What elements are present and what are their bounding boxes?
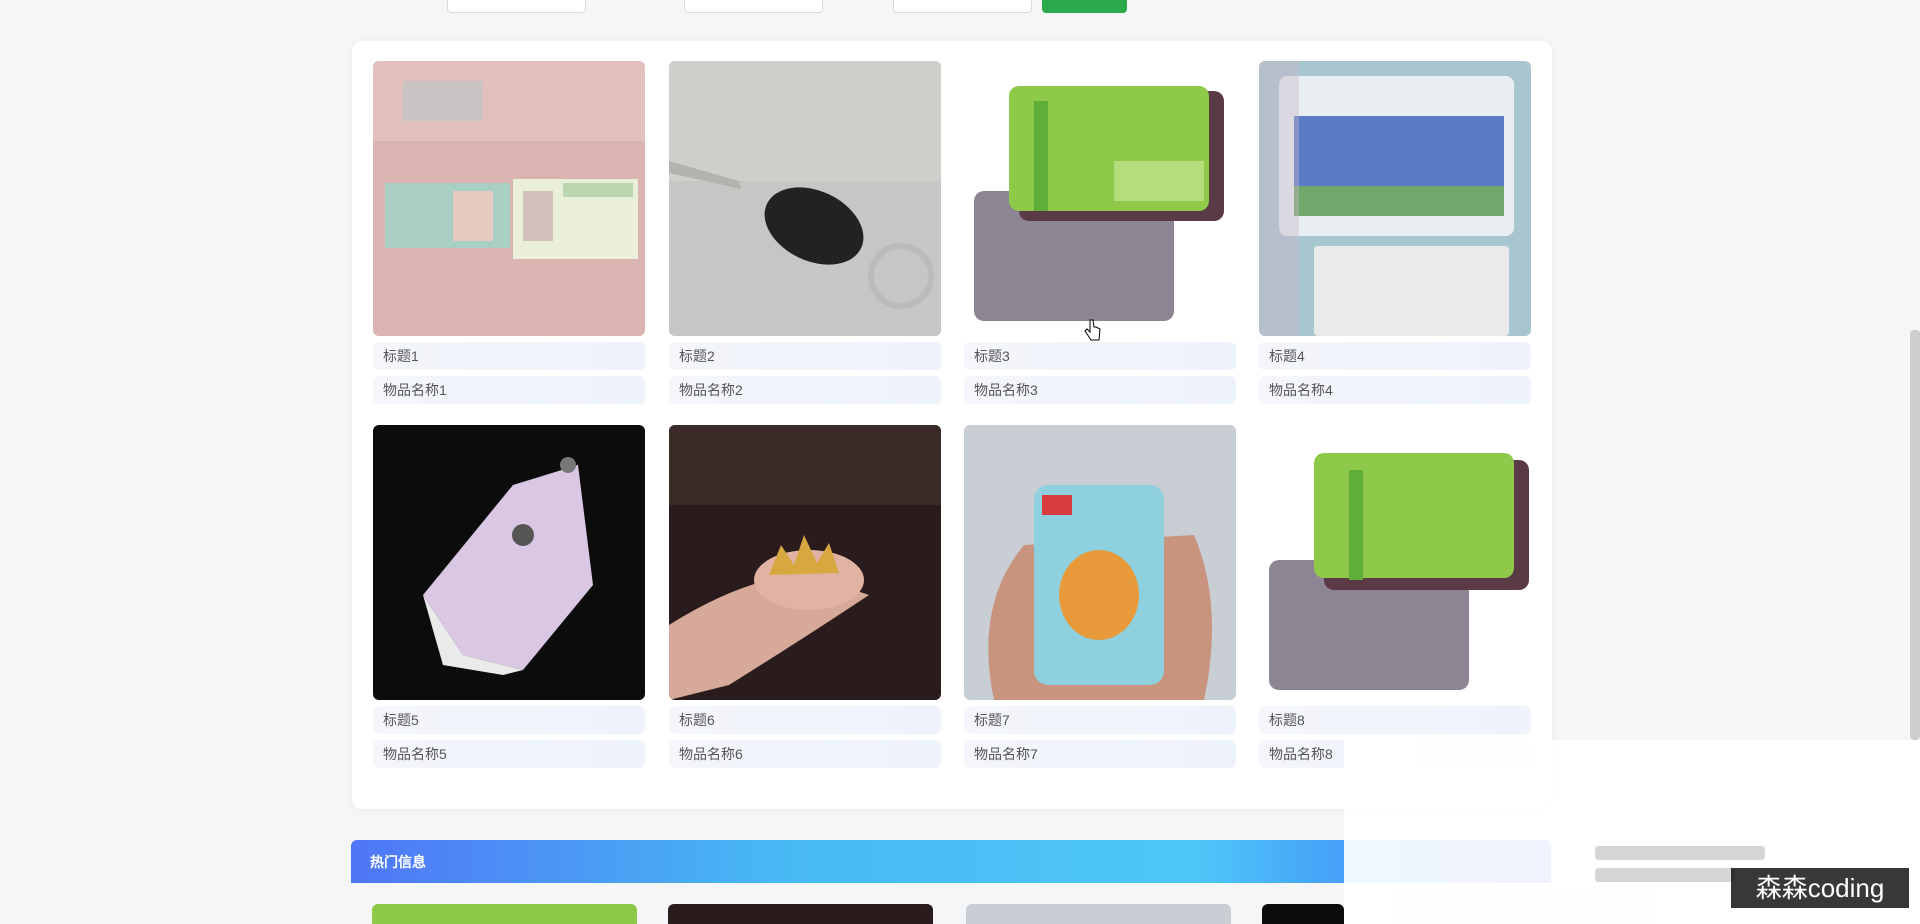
item-list-card: 标题1 物品名称1 标题2 物品名称2 标题3 物品名称3 标题4 物品名称4 … (352, 41, 1552, 809)
item-card[interactable]: 标题3 物品名称3 (964, 61, 1236, 404)
item-image[interactable] (669, 61, 941, 336)
item-image[interactable] (373, 425, 645, 700)
search-button[interactable] (1042, 0, 1127, 13)
car-key-photo (669, 61, 941, 336)
item-card[interactable]: 标题5 物品名称5 (373, 425, 645, 768)
leather-key-case-photo (373, 425, 645, 700)
item-name: 物品名称4 (1259, 376, 1531, 404)
search-label (352, 0, 392, 2)
item-name: 物品名称7 (964, 740, 1236, 768)
item-name: 物品名称5 (373, 740, 645, 768)
item-card[interactable]: 标题2 物品名称2 (669, 61, 941, 404)
blurred-block (1595, 846, 1765, 860)
scrollbar[interactable] (1910, 330, 1920, 740)
hand-cursor-icon (1084, 319, 1101, 341)
item-name: 物品名称1 (373, 376, 645, 404)
search-bar (352, 0, 1552, 14)
search-input-3[interactable] (893, 0, 1032, 13)
search-input-1[interactable] (447, 0, 586, 13)
item-title: 标题1 (373, 342, 645, 370)
item-title: 标题8 (1259, 706, 1531, 734)
item-image[interactable] (1259, 425, 1531, 700)
hot-item-image[interactable] (668, 904, 933, 924)
item-title: 标题6 (669, 706, 941, 734)
hot-item-image[interactable] (1262, 904, 1344, 924)
item-card[interactable]: 标题1 物品名称1 (373, 61, 645, 404)
item-image[interactable] (1259, 61, 1531, 336)
garfield-card-photo (964, 425, 1236, 700)
blurred-block (1595, 868, 1735, 882)
item-title: 标题7 (964, 706, 1236, 734)
item-image[interactable] (669, 425, 941, 700)
watermark: 森森coding (1731, 868, 1909, 908)
item-image[interactable] (964, 61, 1236, 336)
item-image[interactable] (373, 61, 645, 336)
item-card[interactable]: 标题6 物品名称6 (669, 425, 941, 768)
hot-info-label: 热门信息 (370, 854, 426, 870)
search-label (627, 0, 667, 2)
transit-card-package-photo (1259, 61, 1531, 336)
hot-item-image[interactable] (372, 904, 637, 924)
item-name: 物品名称3 (964, 376, 1236, 404)
transit-card-photo (964, 61, 1236, 336)
item-name: 物品名称6 (669, 740, 941, 768)
item-card[interactable]: 标题8 物品名称8 (1259, 425, 1531, 768)
transit-card-photo (1259, 425, 1531, 700)
student-cards-photo (373, 61, 645, 336)
crown-ring-photo (669, 425, 941, 700)
item-title: 标题4 (1259, 342, 1531, 370)
item-title: 标题5 (373, 706, 645, 734)
item-card[interactable]: 标题7 物品名称7 (964, 425, 1236, 768)
hot-item-image[interactable] (966, 904, 1231, 924)
item-card[interactable]: 标题4 物品名称4 (1259, 61, 1531, 404)
search-input-2[interactable] (684, 0, 823, 13)
item-name: 物品名称2 (669, 376, 941, 404)
item-image[interactable] (964, 425, 1236, 700)
search-label (847, 0, 887, 2)
item-title: 标题2 (669, 342, 941, 370)
item-title: 标题3 (964, 342, 1236, 370)
